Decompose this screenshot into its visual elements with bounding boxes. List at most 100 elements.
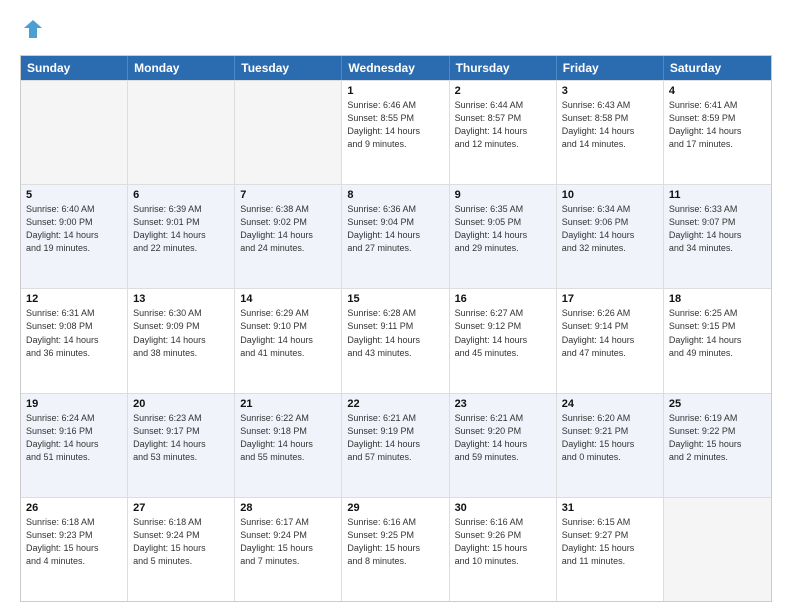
day-number: 7 bbox=[240, 189, 336, 201]
day-cell-21: 21Sunrise: 6:22 AMSunset: 9:18 PMDayligh… bbox=[235, 394, 342, 497]
cell-line: and 0 minutes. bbox=[562, 451, 658, 464]
day-cell-4: 4Sunrise: 6:41 AMSunset: 8:59 PMDaylight… bbox=[664, 81, 771, 184]
cell-line: Daylight: 15 hours bbox=[562, 438, 658, 451]
cell-line: Sunrise: 6:39 AM bbox=[133, 203, 229, 216]
cell-line: and 14 minutes. bbox=[562, 138, 658, 151]
empty-cell-0-0 bbox=[21, 81, 128, 184]
day-number: 13 bbox=[133, 293, 229, 305]
cell-line: Sunrise: 6:16 AM bbox=[347, 516, 443, 529]
cell-line: Sunrise: 6:15 AM bbox=[562, 516, 658, 529]
cell-line: Daylight: 14 hours bbox=[347, 229, 443, 242]
logo-icon bbox=[22, 18, 44, 45]
cell-line: Sunrise: 6:36 AM bbox=[347, 203, 443, 216]
cell-line: and 32 minutes. bbox=[562, 242, 658, 255]
day-cell-3: 3Sunrise: 6:43 AMSunset: 8:58 PMDaylight… bbox=[557, 81, 664, 184]
cell-line: Daylight: 14 hours bbox=[240, 229, 336, 242]
header-cell-tuesday: Tuesday bbox=[235, 56, 342, 80]
day-number: 9 bbox=[455, 189, 551, 201]
cell-line: and 49 minutes. bbox=[669, 347, 766, 360]
day-number: 5 bbox=[26, 189, 122, 201]
cell-line: and 27 minutes. bbox=[347, 242, 443, 255]
cell-line: and 10 minutes. bbox=[455, 555, 551, 568]
cell-line: and 17 minutes. bbox=[669, 138, 766, 151]
cell-line: and 59 minutes. bbox=[455, 451, 551, 464]
cell-line: Sunset: 9:17 PM bbox=[133, 425, 229, 438]
cell-line: Daylight: 14 hours bbox=[562, 229, 658, 242]
cell-line: and 9 minutes. bbox=[347, 138, 443, 151]
cell-line: Sunrise: 6:16 AM bbox=[455, 516, 551, 529]
cell-line: Sunset: 9:16 PM bbox=[26, 425, 122, 438]
cell-line: Sunset: 9:01 PM bbox=[133, 216, 229, 229]
day-cell-14: 14 Sunrise: 6:29 AMSunset: 9:10 PMDayligh… bbox=[235, 289, 342, 392]
day-cell-7: 7 Sunrise: 6:38 AMSunset: 9:02 PMDaylight… bbox=[235, 185, 342, 288]
cell-line: and 47 minutes. bbox=[562, 347, 658, 360]
cell-line: Daylight: 14 hours bbox=[133, 334, 229, 347]
empty-cell-4-6 bbox=[664, 498, 771, 601]
cell-line: Daylight: 14 hours bbox=[347, 438, 443, 451]
cell-line: and 7 minutes. bbox=[240, 555, 336, 568]
empty-cell-0-2 bbox=[235, 81, 342, 184]
cell-line: and 11 minutes. bbox=[562, 555, 658, 568]
day-cell-12: 12Sunrise: 6:31 AMSunset: 9:08 PMDayligh… bbox=[21, 289, 128, 392]
day-number: 14 bbox=[240, 293, 336, 305]
cell-line: Sunrise: 6:29 AM bbox=[240, 307, 336, 320]
cell-line: Sunset: 9:02 PM bbox=[240, 216, 336, 229]
cell-line: Sunrise: 6:21 AM bbox=[347, 412, 443, 425]
cell-line: and 53 minutes. bbox=[133, 451, 229, 464]
day-cell-1: 1Sunrise: 6:46 AMSunset: 8:55 PMDaylight… bbox=[342, 81, 449, 184]
cell-line: Daylight: 14 hours bbox=[455, 438, 551, 451]
day-cell-16: 16Sunrise: 6:27 AMSunset: 9:12 PMDayligh… bbox=[450, 289, 557, 392]
day-cell-8: 8Sunrise: 6:36 AMSunset: 9:04 PMDaylight… bbox=[342, 185, 449, 288]
cell-line: Daylight: 14 hours bbox=[133, 229, 229, 242]
day-number: 4 bbox=[669, 85, 766, 97]
header bbox=[20, 18, 772, 45]
cell-line: Daylight: 14 hours bbox=[347, 125, 443, 138]
cell-line: Sunrise: 6:18 AM bbox=[26, 516, 122, 529]
cell-line: Sunrise: 6:44 AM bbox=[455, 99, 551, 112]
cell-line: Daylight: 14 hours bbox=[26, 229, 122, 242]
cell-line: Sunset: 8:57 PM bbox=[455, 112, 551, 125]
cell-line: and 29 minutes. bbox=[455, 242, 551, 255]
cell-line: Sunrise: 6:38 AM bbox=[240, 203, 336, 216]
cell-line: and 51 minutes. bbox=[26, 451, 122, 464]
cell-line: Sunset: 9:24 PM bbox=[240, 529, 336, 542]
day-cell-24: 24Sunrise: 6:20 AMSunset: 9:21 PMDayligh… bbox=[557, 394, 664, 497]
day-number: 8 bbox=[347, 189, 443, 201]
day-cell-28: 28Sunrise: 6:17 AMSunset: 9:24 PMDayligh… bbox=[235, 498, 342, 601]
cell-line: Sunrise: 6:24 AM bbox=[26, 412, 122, 425]
cell-line: Sunset: 9:25 PM bbox=[347, 529, 443, 542]
day-number: 26 bbox=[26, 502, 122, 514]
cell-line: Sunset: 9:11 PM bbox=[347, 320, 443, 333]
cell-line: Daylight: 15 hours bbox=[26, 542, 122, 555]
day-number: 15 bbox=[347, 293, 443, 305]
day-cell-26: 26Sunrise: 6:18 AMSunset: 9:23 PMDayligh… bbox=[21, 498, 128, 601]
cell-line: Sunset: 8:58 PM bbox=[562, 112, 658, 125]
day-number: 23 bbox=[455, 398, 551, 410]
day-cell-31: 31Sunrise: 6:15 AMSunset: 9:27 PMDayligh… bbox=[557, 498, 664, 601]
day-number: 21 bbox=[240, 398, 336, 410]
cell-line: Sunset: 9:10 PM bbox=[240, 320, 336, 333]
cell-line: Sunset: 9:18 PM bbox=[240, 425, 336, 438]
cell-line: Sunrise: 6:41 AM bbox=[669, 99, 766, 112]
cell-line: and 57 minutes. bbox=[347, 451, 443, 464]
day-cell-27: 27Sunrise: 6:18 AMSunset: 9:24 PMDayligh… bbox=[128, 498, 235, 601]
cell-line: Daylight: 14 hours bbox=[562, 334, 658, 347]
day-cell-11: 11Sunrise: 6:33 AMSunset: 9:07 PMDayligh… bbox=[664, 185, 771, 288]
header-cell-monday: Monday bbox=[128, 56, 235, 80]
cell-line: Sunrise: 6:20 AM bbox=[562, 412, 658, 425]
day-number: 27 bbox=[133, 502, 229, 514]
cell-line: and 2 minutes. bbox=[669, 451, 766, 464]
empty-cell-0-1 bbox=[128, 81, 235, 184]
cell-line: Sunrise: 6:27 AM bbox=[455, 307, 551, 320]
cell-line: Sunrise: 6:33 AM bbox=[669, 203, 766, 216]
cell-line: and 22 minutes. bbox=[133, 242, 229, 255]
cell-line: and 19 minutes. bbox=[26, 242, 122, 255]
cell-line: Daylight: 14 hours bbox=[240, 334, 336, 347]
cell-line: Daylight: 15 hours bbox=[133, 542, 229, 555]
calendar-body: 1Sunrise: 6:46 AMSunset: 8:55 PMDaylight… bbox=[21, 80, 771, 601]
day-cell-5: 5Sunrise: 6:40 AMSunset: 9:00 PMDaylight… bbox=[21, 185, 128, 288]
calendar-row-3: 19Sunrise: 6:24 AMSunset: 9:16 PMDayligh… bbox=[21, 393, 771, 497]
cell-line: and 45 minutes. bbox=[455, 347, 551, 360]
cell-line: Daylight: 14 hours bbox=[669, 334, 766, 347]
day-cell-20: 20Sunrise: 6:23 AMSunset: 9:17 PMDayligh… bbox=[128, 394, 235, 497]
